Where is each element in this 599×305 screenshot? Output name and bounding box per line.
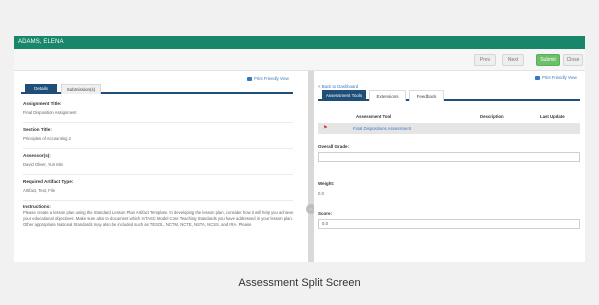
printer-icon — [247, 76, 252, 81]
print-friendly-label: Print Friendly View — [254, 76, 289, 81]
field-artifact-type: Required Artifact Type: Artifact, Text, … — [23, 179, 293, 201]
prev-button[interactable]: Prev — [474, 54, 496, 66]
submit-button[interactable]: Submit — [536, 54, 560, 66]
printer-icon — [535, 75, 540, 80]
table-row[interactable]: ⚑ Final Dispositions Assessment — [318, 123, 580, 134]
instructions-label: Instructions: — [23, 204, 51, 209]
assessment-pane: Print Friendly View < Back to Dashboard … — [314, 71, 585, 262]
weight-label: Weight: — [318, 181, 335, 186]
field-label: Assignment Title: — [23, 101, 62, 106]
back-to-dashboard-link[interactable]: < Back to Dashboard — [318, 84, 358, 89]
field-value: David Oliver, Yuri Min — [23, 162, 63, 167]
tab-assessment-tools[interactable]: Assessment Tools — [322, 90, 366, 101]
close-button[interactable]: Close — [563, 54, 583, 66]
details-tabs: Details Submission(s) — [21, 84, 293, 94]
field-value: Principles of Accounting 2 — [23, 136, 71, 141]
field-label: Required Artifact Type: — [23, 179, 74, 184]
field-assessors: Assessor(s): David Oliver, Yuri Min — [23, 153, 293, 175]
print-friendly-label: Print Friendly View — [542, 75, 577, 80]
assessment-tool-link[interactable]: Final Dispositions Assessment — [353, 126, 411, 131]
field-section-title: Section Title: Principles of Accounting … — [23, 127, 293, 149]
overall-grade-input[interactable] — [318, 152, 580, 162]
overall-grade-label: Overall Grade: — [318, 144, 350, 149]
details-pane: Print Friendly View Details Submission(s… — [14, 71, 308, 262]
tab-submissions[interactable]: Submission(s) — [61, 84, 101, 94]
col-assessment-tool: Assessment Tool — [356, 114, 392, 119]
assessment-tabs: Assessment Tools Extensions Feedback — [318, 90, 580, 101]
tab-extensions[interactable]: Extensions — [369, 90, 406, 101]
score-input[interactable]: 0.0 — [318, 219, 580, 229]
score-label: Score: — [318, 211, 333, 216]
instructions-text: Please create a lesson plan using the St… — [23, 210, 294, 228]
print-friendly-link-left[interactable]: Print Friendly View — [247, 76, 289, 81]
print-friendly-link-right[interactable]: Print Friendly View — [535, 75, 577, 80]
field-assignment-title: Assignment Title: Final Disposition Assi… — [23, 101, 293, 123]
flag-icon: ⚑ — [323, 125, 328, 131]
field-label: Section Title: — [23, 127, 52, 132]
screenshot-caption: Assessment Split Screen — [238, 277, 361, 289]
app-frame: ADAMS, ELENA Prev Next Submit Close Prin… — [14, 36, 585, 262]
tab-feedback[interactable]: Feedback — [409, 90, 444, 101]
next-button[interactable]: Next — [502, 54, 524, 66]
toolbar: Prev Next Submit Close — [14, 49, 585, 71]
weight-value: 0.0 — [318, 191, 324, 196]
field-value: Final Disposition Assignment — [23, 110, 77, 115]
field-label: Assessor(s): — [23, 153, 51, 158]
student-title-bar: ADAMS, ELENA — [14, 36, 585, 49]
col-last-update: Last Update — [540, 114, 565, 119]
field-value: Artifact, Text, File — [23, 188, 56, 193]
table-header: Assessment Tool Description Last Update — [318, 113, 580, 122]
col-description: Description — [480, 114, 504, 119]
tab-details[interactable]: Details — [25, 84, 57, 94]
